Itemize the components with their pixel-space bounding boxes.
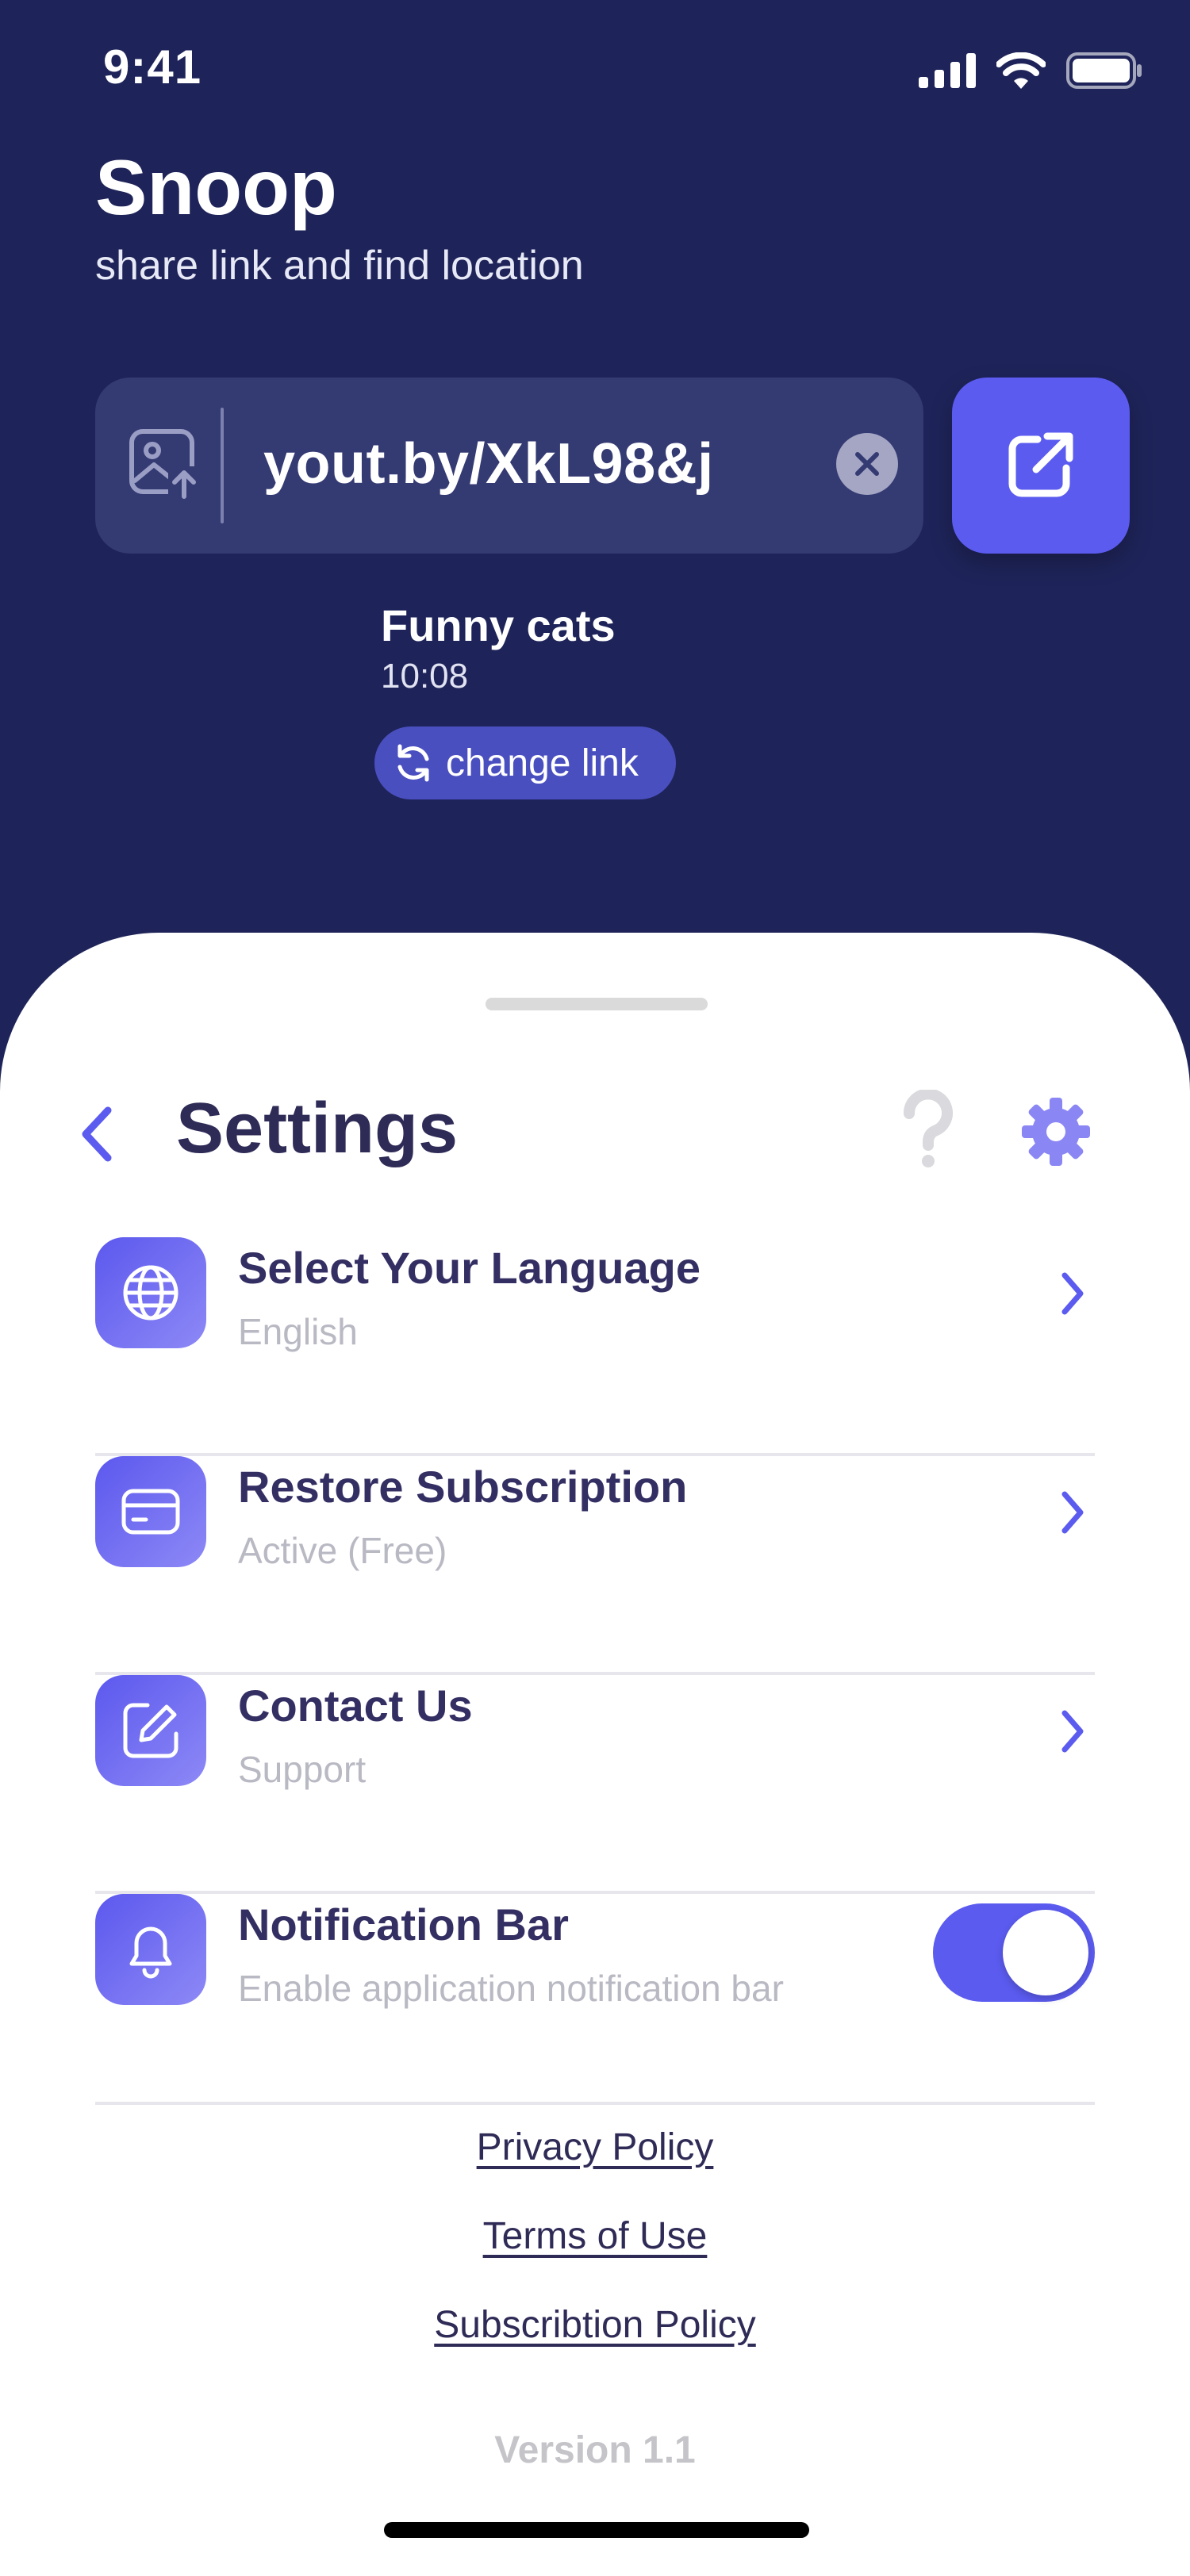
cellular-signal-icon <box>919 53 976 88</box>
status-time: 9:41 <box>103 40 202 94</box>
bell-icon <box>95 1894 206 2005</box>
settings-item-subscription[interactable]: Restore Subscription Active (Free) <box>95 1456 1095 1675</box>
video-title: Funny cats <box>381 600 616 650</box>
privacy-policy-link[interactable]: Privacy Policy <box>0 2126 1190 2169</box>
image-upload-icon[interactable] <box>127 425 203 501</box>
chevron-right-icon <box>1061 1710 1084 1753</box>
clear-circle-icon[interactable] <box>836 433 898 495</box>
wifi-icon <box>996 52 1046 89</box>
chevron-right-icon <box>1061 1272 1084 1315</box>
link-input-field[interactable]: yout.by/XkL98&j <box>95 378 923 554</box>
field-divider <box>221 408 224 523</box>
sheet-grabber[interactable] <box>486 998 708 1010</box>
settings-item-subtitle: Support <box>238 1749 367 1790</box>
settings-item-contact[interactable]: Contact Us Support <box>95 1675 1095 1894</box>
status-bar: 9:41 <box>0 0 1190 135</box>
settings-item-subtitle: Enable application notification bar <box>238 1968 784 2009</box>
help-icon[interactable] <box>896 1090 960 1169</box>
battery-icon <box>1066 52 1142 89</box>
settings-sheet: Settings Select Your Language English Re… <box>0 933 1190 2576</box>
app-title: Snoop <box>95 144 337 231</box>
settings-item-title: Contact Us <box>238 1681 473 1731</box>
globe-icon <box>95 1237 206 1348</box>
notification-toggle[interactable] <box>933 1903 1095 2002</box>
credit-card-icon <box>95 1456 206 1567</box>
settings-item-title: Select Your Language <box>238 1243 701 1293</box>
open-link-button[interactable] <box>952 378 1130 554</box>
app-tagline: share link and find location <box>95 243 584 289</box>
page-title: Settings <box>176 1089 459 1168</box>
row-divider <box>95 2102 1095 2105</box>
external-link-icon <box>1008 432 1073 497</box>
version-label: Version 1.1 <box>494 2429 696 2471</box>
back-chevron-icon[interactable] <box>73 1102 121 1166</box>
settings-item-notification: Notification Bar Enable application noti… <box>95 1894 1095 2105</box>
subscription-policy-link[interactable]: Subscribtion Policy <box>0 2303 1190 2347</box>
status-icons <box>919 52 1142 89</box>
change-link-button[interactable]: change link <box>374 726 676 799</box>
edit-note-icon <box>95 1675 206 1786</box>
toggle-knob <box>1003 1910 1088 1995</box>
link-input-value[interactable]: yout.by/XkL98&j <box>263 431 714 496</box>
settings-item-language[interactable]: Select Your Language English <box>95 1237 1095 1456</box>
settings-item-subtitle: English <box>238 1311 358 1352</box>
settings-item-title: Notification Bar <box>238 1899 569 1949</box>
video-time: 10:08 <box>381 657 469 696</box>
terms-of-use-link[interactable]: Terms of Use <box>0 2214 1190 2258</box>
refresh-icon <box>397 744 429 782</box>
chevron-right-icon <box>1061 1491 1084 1534</box>
gear-icon[interactable] <box>1020 1096 1092 1167</box>
home-indicator <box>384 2522 809 2538</box>
settings-item-title: Restore Subscription <box>238 1462 688 1512</box>
change-link-label: change link <box>446 742 639 784</box>
settings-item-subtitle: Active (Free) <box>238 1530 447 1571</box>
